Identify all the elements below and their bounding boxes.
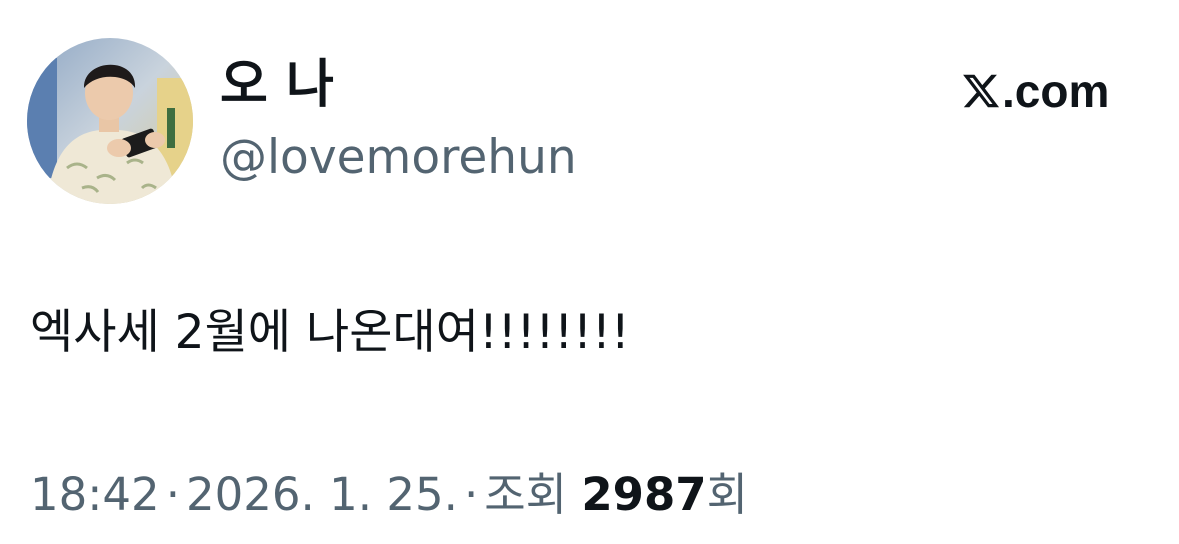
tweet-time[interactable]: 18:42 bbox=[30, 468, 160, 521]
x-com-brand-link[interactable]: .com bbox=[960, 66, 1109, 116]
author-handle[interactable]: @lovemorehun bbox=[220, 130, 577, 186]
avatar[interactable] bbox=[27, 38, 193, 204]
meta-separator: · bbox=[165, 468, 180, 521]
author-display-name[interactable]: 오 나 bbox=[220, 55, 334, 115]
brand-domain: .com bbox=[1002, 65, 1110, 117]
x-logo-icon bbox=[963, 74, 1000, 108]
views-suffix: 회 bbox=[706, 468, 749, 521]
views-label: 조회 bbox=[484, 468, 568, 521]
tweet-meta: 18:42 · 2026. 1. 25. · 조회 2987회 bbox=[30, 467, 748, 523]
meta-separator: · bbox=[463, 468, 479, 521]
tweet-date[interactable]: 2026. 1. 25. bbox=[186, 468, 458, 521]
views-count[interactable]: 2987 bbox=[581, 468, 706, 521]
tweet-text: 엑사세 2월에 나온대여!!!!!!!! bbox=[30, 305, 630, 360]
profile-photo-icon bbox=[27, 38, 193, 204]
tweet-card: 오 나 @lovemorehun .com 엑사세 2월에 나온대여!!!!!!… bbox=[0, 0, 1179, 544]
